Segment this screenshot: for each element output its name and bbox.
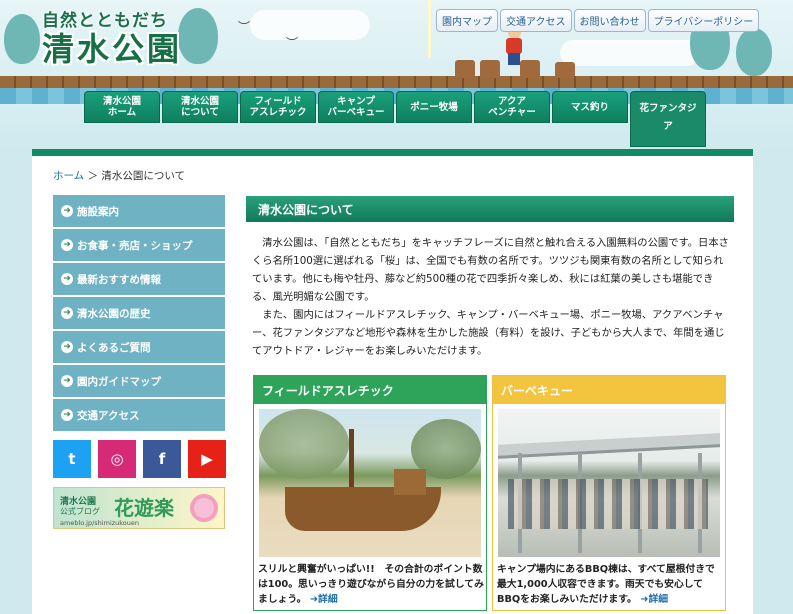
intro-text: 清水公園は、「自然とともだち」をキャッチフレーズに自然と触れ合える入園無料の公園… [252, 234, 732, 360]
breadcrumb-current: 清水公園について [101, 170, 186, 182]
post-decoration [455, 60, 475, 78]
card-athletic: フィールドアスレチック スリルと興奮がいっぱい!! その合計のポイント数は100… [253, 375, 487, 611]
util-link-contact[interactable]: お問い合わせ [573, 9, 646, 32]
util-link-access[interactable]: 交通アクセス [500, 9, 572, 32]
blog-banner[interactable]: 清水公園 公式ブログ 花遊楽 ameblo.jp/shimizukouen [53, 487, 225, 529]
nav-underline [32, 149, 753, 156]
tree-decoration [736, 28, 772, 76]
post-decoration [555, 62, 575, 78]
cloud-decoration [250, 10, 370, 40]
site-logo[interactable]: 自然とともだち 清水公園 [42, 6, 182, 67]
util-link-map[interactable]: 園内マップ [436, 9, 498, 32]
post-decoration [480, 60, 500, 78]
arrow-right-icon: ➜ [61, 307, 73, 319]
social-links: t ◎ f ▶ [53, 440, 226, 478]
bird-icon: ︶ [238, 20, 251, 34]
kid-character-illustration [502, 26, 526, 70]
arrow-right-icon: ➜ [61, 239, 73, 251]
sidebar-item-label: よくあるご質問 [77, 341, 151, 354]
intro-paragraph: また、園内にはフィールドアスレチック、キャンプ・バーベキュー場、ポニー牧場、アク… [252, 309, 725, 357]
arrow-right-icon: ➜ [61, 341, 73, 353]
flower-icon [190, 494, 218, 522]
sidebar-item-history[interactable]: ➜ 清水公園の歴史 [53, 297, 225, 329]
bbq-shelter-photo [498, 409, 720, 557]
tree-decoration [4, 14, 40, 64]
breadcrumb-home-link[interactable]: ホーム [53, 170, 84, 182]
details-link[interactable]: ➜詳細 [310, 594, 338, 605]
sidebar-item-facilities[interactable]: ➜ 施設案内 [53, 195, 225, 227]
youtube-icon[interactable]: ▶ [188, 440, 226, 478]
breadcrumb-separator: ＞ [87, 170, 99, 182]
blog-line2: 公式ブログ [60, 507, 100, 516]
blog-url: ameblo.jp/shimizukouen [60, 519, 140, 527]
blog-title: 花遊楽 [114, 496, 174, 520]
sidebar-item-label: 最新おすすめ情報 [77, 273, 161, 286]
nav-tab-camp[interactable]: キャンプ バーベキュー [318, 91, 394, 123]
sidebar-item-label: 清水公園の歴史 [77, 307, 151, 320]
arrow-right-icon: ➜ [61, 409, 73, 421]
sidebar-item-food-shop[interactable]: ➜ お食事・売店・ショップ [53, 229, 225, 261]
arrow-right-icon: ➜ [61, 205, 73, 217]
sidebar-item-label: 施設案内 [77, 205, 119, 218]
nav-tab-athletic[interactable]: フィールド アスレチック [240, 91, 316, 123]
logo-subtitle: 自然とともだち [42, 11, 168, 31]
card-title: バーベキュー [493, 376, 725, 404]
rope-decoration [428, 0, 431, 58]
card-caption-text: キャンプ場内にあるBBQ棟は、すべて屋根付きで最大1,000人収容できます。雨天… [497, 564, 715, 605]
sidebar-item-news[interactable]: ➜ 最新おすすめ情報 [53, 263, 225, 295]
nav-tab-aqua[interactable]: アクア ベンチャー [474, 91, 550, 123]
nav-tab-pony[interactable]: ポニー牧場 [396, 91, 472, 123]
bird-icon: ︶ [286, 36, 299, 50]
card-caption-text: スリルと興奮がいっぱい!! その合計のポイント数は100。思いっきり遊びながら自… [258, 564, 484, 605]
details-link[interactable]: ➜詳細 [640, 594, 668, 605]
nav-tab-about[interactable]: 清水公園 について [162, 91, 238, 123]
arrow-right-icon: ➜ [61, 273, 73, 285]
instagram-icon[interactable]: ◎ [98, 440, 136, 478]
logo-title: 清水公園 [42, 30, 183, 68]
nav-tab-home[interactable]: 清水公園 ホーム [84, 91, 160, 123]
facebook-icon[interactable]: f [143, 440, 181, 478]
section-heading: 清水公園について [246, 196, 734, 222]
card-bbq: バーベキュー キャンプ場内にあるBBQ棟は、すべて屋根付きで最大1,000人収容… [492, 375, 726, 611]
sidebar-item-label: 交通アクセス [77, 409, 140, 422]
card-title: フィールドアスレチック [254, 376, 486, 404]
utility-links: 園内マップ 交通アクセス お問い合わせ プライバシーポリシー [436, 9, 761, 32]
intro-paragraph: 清水公園は、「自然とともだち」をキャッチフレーズに自然と触れ合える入園無料の公園… [252, 237, 729, 303]
twitter-icon[interactable]: t [53, 440, 91, 478]
sidebar-menu: ➜ 施設案内 ➜ お食事・売店・ショップ ➜ 最新おすすめ情報 ➜ 清水公園の歴史 ➜ よ… [53, 195, 225, 433]
sidebar-item-label: 園内ガイドマップ [77, 375, 161, 388]
tree-decoration [178, 8, 218, 64]
nav-tab-flower[interactable]: 花ファンタジ ア [630, 91, 706, 147]
util-link-privacy[interactable]: プライバシーポリシー [647, 9, 760, 32]
arrow-right-icon: ➜ [61, 375, 73, 387]
athletic-ship-photo [259, 409, 481, 557]
sidebar-item-faq[interactable]: ➜ よくあるご質問 [53, 331, 225, 363]
card-caption: スリルと興奮がいっぱい!! その合計のポイント数は100。思いっきり遊びながら自… [258, 562, 484, 607]
cloud-decoration [560, 40, 700, 66]
breadcrumb: ホーム ＞ 清水公園について [53, 168, 185, 183]
global-nav: 清水公園 ホーム 清水公園 について フィールド アスレチック キャンプ バーベ… [84, 91, 708, 147]
nav-tab-fishing[interactable]: マス釣り [552, 91, 628, 123]
sidebar-item-guide-map[interactable]: ➜ 園内ガイドマップ [53, 365, 225, 397]
sidebar-item-label: お食事・売店・ショップ [77, 239, 193, 252]
card-caption: キャンプ場内にあるBBQ棟は、すべて屋根付きで最大1,000人収容できます。雨天… [497, 562, 723, 607]
sidebar-item-access[interactable]: ➜ 交通アクセス [53, 399, 225, 431]
